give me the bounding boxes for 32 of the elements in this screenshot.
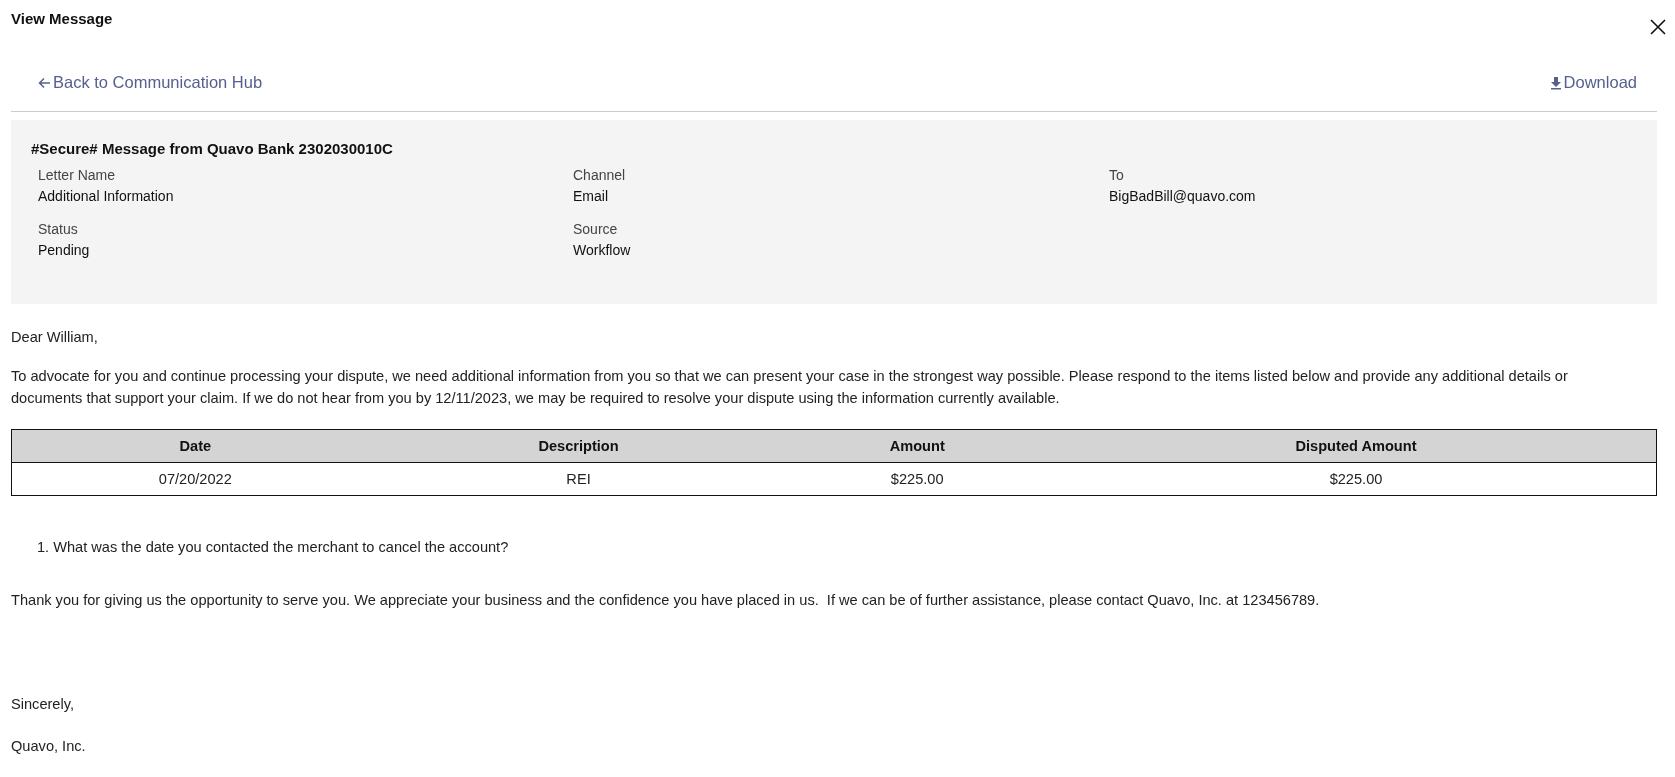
column-header: Description	[378, 429, 779, 463]
list-number: 1.	[37, 538, 50, 557]
field-value: Email	[573, 187, 609, 206]
column-header: Amount	[778, 429, 1057, 463]
sign-off: Sincerely,	[11, 695, 75, 714]
field-label: To	[1109, 166, 1125, 185]
table-cell: REI	[378, 462, 779, 496]
column-header: Disputed Amount	[1056, 429, 1657, 463]
table-cell: 07/20/2022	[11, 462, 379, 496]
field-label: Source	[573, 220, 619, 239]
field-value: BigBadBill@quavo.com	[1109, 187, 1257, 206]
download-icon	[1549, 75, 1562, 90]
question-text: What was the date you contacted the merchant to cancel the account?	[53, 538, 509, 557]
left-arrow-icon	[38, 76, 51, 89]
column-header: Date	[11, 429, 379, 463]
table-cell: $225.00	[778, 462, 1057, 496]
field-value: Workflow	[573, 241, 632, 260]
close-icon[interactable]	[1649, 18, 1667, 36]
field-value: Pending	[38, 241, 91, 260]
window-title: View Message	[11, 10, 113, 27]
field-label: Letter Name	[38, 166, 117, 185]
download-link[interactable]: Download	[1549, 73, 1637, 92]
field-value: Additional Information	[38, 187, 175, 206]
greeting: Dear William,	[11, 328, 99, 347]
closing-paragraph: Thank you for giving us the opportunity to serve you. We appreciate your business and the confidence you have placed in us. If we can be of further assistance, please contact Quavo, Inc. at 123456789.	[11, 591, 1321, 610]
back-link[interactable]: Back to Communication Hub	[38, 73, 263, 92]
intro-paragraph: To advocate for you and continue processing your dispute, we need additional information from you so that we can present your case in the strongest way possible. Please respond to the items listed below and provide any additional details or documents that support your claim. If we do not hear from you by 12/11/2023, we may be required to resolve your dispute using the information currently available.	[11, 367, 1569, 408]
field-label: Channel	[573, 166, 627, 185]
field-label: Status	[38, 220, 79, 239]
table-cell: $225.00	[1056, 462, 1657, 496]
message-subject: #Secure# Message from Quavo Bank 2302030010C	[31, 140, 394, 157]
signature: Quavo, Inc.	[11, 737, 87, 756]
